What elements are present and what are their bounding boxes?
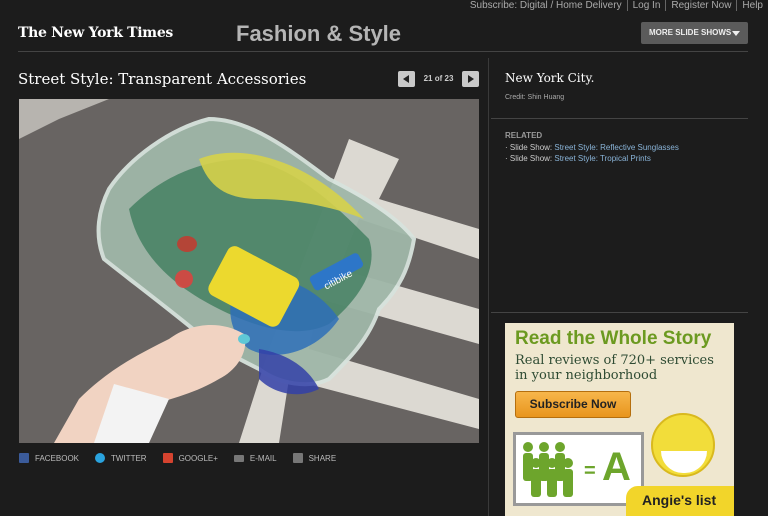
help-link[interactable]: Help — [736, 0, 768, 11]
smiley-icon — [651, 413, 715, 477]
related-item-prefix: Slide Show: — [509, 143, 555, 152]
top-utility-nav: Subscribe: Digital / Home Delivery Log I… — [465, 0, 768, 11]
share-toolbar: FACEBOOK TWITTER GOOGLE+ E-MAIL SHARE — [19, 453, 352, 463]
subscribe-link[interactable]: Subscribe: Digital / Home Delivery — [465, 0, 627, 11]
header-divider — [18, 51, 748, 52]
related-link-tropical-prints[interactable]: Street Style: Tropical Prints — [554, 154, 650, 163]
related-item: · Slide Show: Street Style: Reflective S… — [505, 143, 679, 152]
ad-subscribe-button[interactable]: Subscribe Now — [515, 391, 631, 418]
slide-caption: New York City. — [505, 71, 595, 85]
related-item: · Slide Show: Street Style: Tropical Pri… — [505, 154, 651, 163]
site-header: The New York Times Fashion & Style MORE … — [0, 12, 768, 54]
slide-photo-illustration: citibike — [19, 99, 479, 443]
twitter-label: TWITTER — [111, 453, 147, 463]
ad-headline: Read the Whole Story — [515, 328, 712, 349]
facebook-share[interactable]: FACEBOOK — [19, 453, 79, 463]
login-link[interactable]: Log In — [626, 0, 666, 11]
related-item-prefix: Slide Show: — [509, 154, 555, 163]
nyt-logo[interactable]: The New York Times — [18, 25, 173, 41]
slide-photo[interactable]: citibike — [19, 99, 479, 443]
ad-billboard: = A — [513, 432, 644, 506]
googleplus-share[interactable]: GOOGLE+ — [162, 453, 218, 463]
more-slide-shows-button[interactable]: MORE SLIDE SHOWS — [641, 22, 748, 44]
advertisement[interactable]: Read the Whole Story Real reviews of 720… — [505, 323, 734, 516]
share-label: SHARE — [308, 453, 337, 463]
slide-counter: 21 of 23 — [423, 74, 454, 83]
ad-subtext: Real reviews of 720+ services in your ne… — [515, 353, 714, 383]
envelope-icon — [233, 454, 244, 462]
slide-pager: 21 of 23 — [398, 71, 479, 87]
facebook-label: FACEBOOK — [35, 453, 80, 463]
slide-title: Street Style: Transparent Accessories — [18, 70, 307, 88]
photo-credit: Credit: Shin Huang — [505, 94, 565, 101]
register-link[interactable]: Register Now — [665, 0, 736, 11]
ad-grade: A — [602, 445, 631, 489]
related-list: · Slide Show: Street Style: Reflective S… — [505, 142, 679, 164]
google-plus-icon — [162, 453, 173, 463]
section-title[interactable]: Fashion & Style — [236, 21, 401, 47]
column-divider — [488, 58, 489, 516]
plus-icon — [292, 453, 303, 463]
more-slide-shows-label: MORE SLIDE SHOWS — [649, 28, 732, 37]
facebook-icon — [19, 453, 29, 463]
caption-divider — [491, 118, 748, 119]
ad-brand-logo: Angie's list — [626, 486, 734, 516]
more-share[interactable]: SHARE — [292, 453, 337, 463]
related-heading: RELATED — [505, 131, 543, 140]
related-link-reflective-sunglasses[interactable]: Street Style: Reflective Sunglasses — [554, 143, 679, 152]
chevron-down-icon — [732, 31, 740, 36]
next-slide-button[interactable] — [462, 71, 479, 87]
ad-equals-sign: = — [584, 460, 596, 482]
related-divider — [491, 312, 748, 313]
twitter-share[interactable]: TWITTER — [95, 453, 147, 463]
email-share[interactable]: E-MAIL — [233, 453, 277, 463]
twitter-icon — [95, 453, 106, 463]
googleplus-label: GOOGLE+ — [178, 453, 218, 463]
email-label: E-MAIL — [249, 453, 277, 463]
people-icon — [523, 442, 573, 497]
previous-slide-button[interactable] — [398, 71, 415, 87]
